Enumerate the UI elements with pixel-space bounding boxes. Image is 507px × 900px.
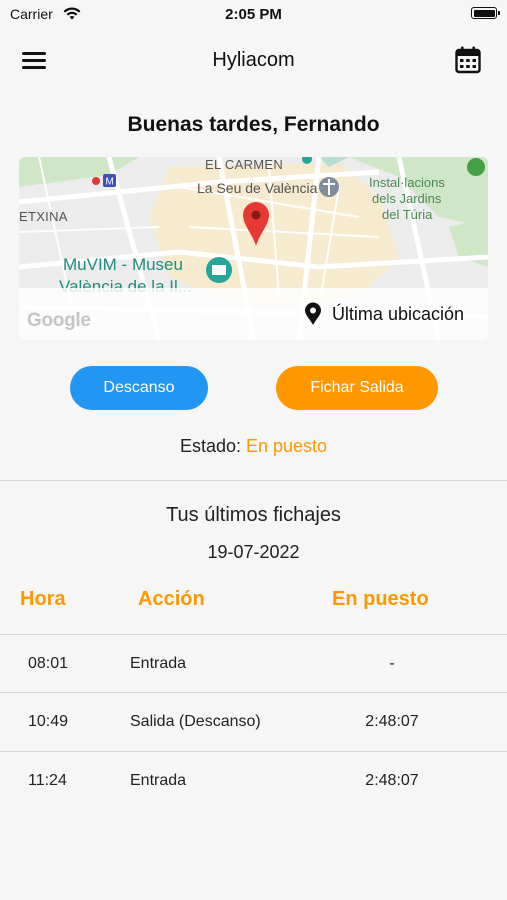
cell-accion: Entrada — [130, 655, 187, 672]
cell-en-puesto: 2:48:07 — [365, 713, 419, 730]
cell-accion: Entrada — [130, 772, 187, 789]
column-header-en-puesto: En puesto — [332, 588, 429, 610]
map-label-seu: La Seu de València — [197, 180, 318, 196]
location-pin-icon — [304, 302, 321, 325]
cell-en-puesto: - — [389, 655, 395, 672]
table-row: 08:01 Entrada - — [0, 635, 507, 693]
table-row: 10:49 Salida (Descanso) 2:48:07 — [0, 693, 507, 751]
last-location-label: Última ubicación — [331, 303, 464, 324]
calendar-icon[interactable] — [455, 46, 481, 74]
cell-hora: 10:49 — [28, 713, 69, 730]
cell-hora: 11:24 — [28, 772, 67, 789]
column-header-hora: Hora — [20, 588, 66, 610]
map-marker-icon — [243, 202, 269, 246]
history-title: Tus últimos fichajes — [166, 504, 341, 526]
last-location: Última ubicación — [304, 302, 464, 326]
map-label-jardins-3: del Túria — [382, 207, 433, 222]
greeting-text: Buenas tardes, Fernando — [127, 113, 380, 136]
nav-bar: Hyliacom — [0, 38, 507, 82]
status-line: Estado: En puesto — [0, 436, 507, 457]
map-label-muvim-1: MuVIM - Museu — [63, 255, 183, 274]
battery-icon — [471, 7, 500, 19]
table-row: 11:24 Entrada 2:48:07 — [0, 752, 507, 810]
history-date: 19-07-2022 — [207, 542, 300, 562]
app-title: Hyliacom — [212, 49, 295, 71]
status-time: 2:05 PM — [225, 6, 282, 23]
break-button[interactable]: Descanso — [70, 366, 208, 410]
google-logo: Google — [27, 310, 91, 331]
map-label-jardins-2: dels Jardins — [372, 191, 442, 206]
divider — [0, 480, 507, 481]
map-label-el-carmen: EL CARMEN — [205, 157, 284, 172]
status-value: En puesto — [246, 436, 328, 456]
clock-out-button[interactable]: Fichar Salida — [276, 366, 438, 410]
svg-text:M: M — [106, 177, 114, 188]
status-bar: Carrier 2:05 PM — [0, 0, 507, 28]
map-label-jardins-1: Instal·lacions — [369, 175, 445, 190]
cell-en-puesto: 2:48:07 — [365, 772, 419, 789]
map-footer: Google Última ubicación — [19, 288, 488, 340]
status-label: Estado: — [179, 436, 241, 456]
cell-accion: Salida (Descanso) — [130, 713, 261, 730]
map-label-etxina: ETXINA — [19, 209, 68, 224]
column-header-accion: Acción — [138, 588, 205, 610]
cell-hora: 08:01 — [28, 655, 69, 672]
location-map[interactable]: M EL CARMEN La Seu de València Instal·la… — [19, 157, 488, 340]
